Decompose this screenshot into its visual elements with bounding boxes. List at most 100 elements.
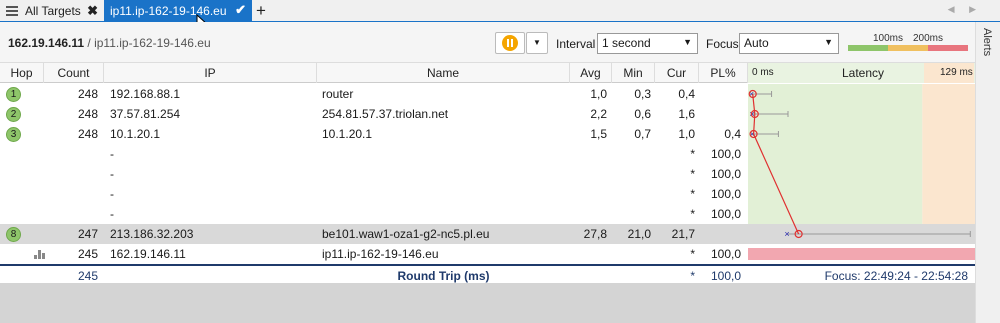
cell-pl: [699, 104, 741, 124]
summary-cur: *: [690, 269, 695, 283]
tab-bar: All Targets ✖ ip11.ip-162-19-146.eu ✔ + …: [0, 0, 1000, 34]
summary-count: 245: [77, 269, 98, 283]
target-host: ip11.ip-162-19-146.eu: [94, 36, 211, 50]
cell-ip: 192.168.88.1: [110, 87, 181, 101]
table-row[interactable]: 245 162.19.146.11 ip11.ip-162-19-146.eu * 10…: [0, 244, 748, 264]
cell-pl: 100,0: [710, 247, 741, 261]
tab-scroll-arrows-icon[interactable]: ◀ ▶: [948, 4, 982, 15]
cell-avg: 2,2: [590, 107, 607, 121]
table-row[interactable]: 8 247 213.186.32.203 be101.waw1-oza1-g2-nc5…: [0, 224, 748, 244]
table-row[interactable]: - * 100,0: [0, 184, 748, 204]
cell-pl: 100,0: [710, 207, 741, 221]
focus-value: Auto: [744, 36, 769, 50]
cell-pl: [699, 224, 741, 244]
table-row[interactable]: 2 248 37.57.81.254 254.81.57.37.triolan.net…: [0, 104, 748, 124]
cell-min: 0,6: [634, 107, 651, 121]
cell-avg: 1,0: [590, 87, 607, 101]
cell-ip: -: [110, 147, 114, 161]
add-tab-button[interactable]: +: [256, 1, 266, 21]
legend-green-segment: [848, 45, 888, 51]
cell-count: 247: [77, 227, 98, 241]
checkmark-icon: ✔: [235, 2, 246, 17]
tab-active-target[interactable]: ip11.ip-162-19-146.eu ✔: [104, 0, 252, 22]
table-row[interactable]: - * 100,0: [0, 144, 748, 164]
cell-count: 248: [77, 107, 98, 121]
cell-count: [44, 144, 98, 164]
latency-chart: ××××: [748, 84, 975, 260]
cell-count: [44, 164, 98, 184]
cell-pl: 100,0: [710, 187, 741, 201]
close-icon[interactable]: ✖: [87, 3, 98, 19]
target-path: 162.19.146.11 / ip11.ip-162-19-146.eu: [8, 36, 211, 50]
cell-cur: 0,4: [678, 87, 695, 101]
focus-label: Focus: [706, 37, 739, 51]
latency-zone-green: [748, 84, 923, 244]
cell-avg: [570, 144, 607, 164]
cell-name: be101.waw1-oza1-g2-nc5.pl.eu: [322, 227, 490, 241]
column-min[interactable]: Min: [612, 63, 655, 83]
cell-cur: 1,0: [678, 127, 695, 141]
cell-name: [322, 184, 568, 204]
cell-ip: 37.57.81.254: [110, 107, 181, 121]
latency-zone-orange: [922, 84, 975, 244]
cell-cur: 1,6: [678, 107, 695, 121]
legend-100ms-label: 100ms: [873, 33, 904, 44]
table-row[interactable]: - * 100,0: [0, 164, 748, 184]
table-row[interactable]: - * 100,0: [0, 204, 748, 224]
table-row[interactable]: 1 248 192.168.88.1 router 1,0 0,3 0,4: [0, 84, 748, 104]
alerts-panel[interactable]: Alerts: [975, 22, 1000, 323]
pause-icon: [502, 35, 518, 51]
column-name[interactable]: Name: [317, 63, 570, 83]
cell-min: [612, 164, 651, 184]
pause-button[interactable]: [495, 32, 525, 54]
cell-cur: *: [690, 207, 695, 221]
cell-min: [612, 244, 651, 264]
cell-count: 248: [77, 127, 98, 141]
cell-cur: *: [690, 187, 695, 201]
alerts-label: Alerts: [981, 28, 993, 57]
cell-ip: -: [110, 167, 114, 181]
cell-pl: 100,0: [710, 147, 741, 161]
cell-name: [322, 164, 568, 184]
legend-orange-segment: [888, 45, 928, 51]
cell-ip: 162.19.146.11: [110, 247, 186, 261]
cell-name: ip11.ip-162-19-146.eu: [322, 247, 439, 261]
cell-min: 0,7: [634, 127, 651, 141]
column-count[interactable]: Count: [44, 63, 104, 83]
hop-badge: 1: [6, 87, 21, 102]
cell-name: 10.1.20.1: [322, 127, 373, 141]
column-cur[interactable]: Cur: [655, 63, 699, 83]
cell-ip: 213.186.32.203: [110, 227, 194, 241]
cell-count: [44, 184, 98, 204]
cell-avg: [570, 204, 607, 224]
hop-badge: 8: [6, 227, 21, 242]
cell-name: 254.81.57.37.triolan.net: [322, 107, 449, 121]
column-avg[interactable]: Avg: [570, 63, 612, 83]
summary-pl: 100,0: [710, 269, 741, 283]
pause-options-dropdown[interactable]: ▼: [526, 32, 548, 54]
column-ip[interactable]: IP: [104, 63, 317, 83]
table-row[interactable]: 3 248 10.1.20.1 10.1.20.1 1,5 0,7 1,0 0,4: [0, 124, 748, 144]
packet-loss-band: [748, 248, 975, 260]
target-path-separator: /: [84, 36, 95, 50]
legend-red-segment: [928, 45, 968, 51]
interval-select[interactable]: 1 second ▼: [597, 33, 698, 54]
column-pl[interactable]: PL%: [699, 63, 748, 83]
cell-pl: 0,4: [724, 127, 741, 141]
column-hop[interactable]: Hop: [0, 63, 44, 83]
cell-min: 21,0: [627, 227, 651, 241]
cell-count: [44, 204, 98, 224]
cell-ip: -: [110, 207, 114, 221]
latency-legend-bar: [848, 45, 968, 51]
min-marker: ×: [784, 229, 789, 239]
focus-select[interactable]: Auto ▼: [739, 33, 839, 54]
legend-200ms-label: 200ms: [913, 33, 944, 44]
interval-label: Interval: [556, 37, 596, 51]
cell-ip: 10.1.20.1: [110, 127, 161, 141]
cell-pl: [699, 84, 741, 104]
toolbar: 162.19.146.11 / ip11.ip-162-19-146.eu ▼ …: [0, 22, 975, 63]
cell-min: [612, 144, 651, 164]
cell-cur: *: [690, 167, 695, 181]
empty-area: [0, 283, 975, 323]
tab-all-targets[interactable]: All Targets ✖: [0, 0, 104, 22]
